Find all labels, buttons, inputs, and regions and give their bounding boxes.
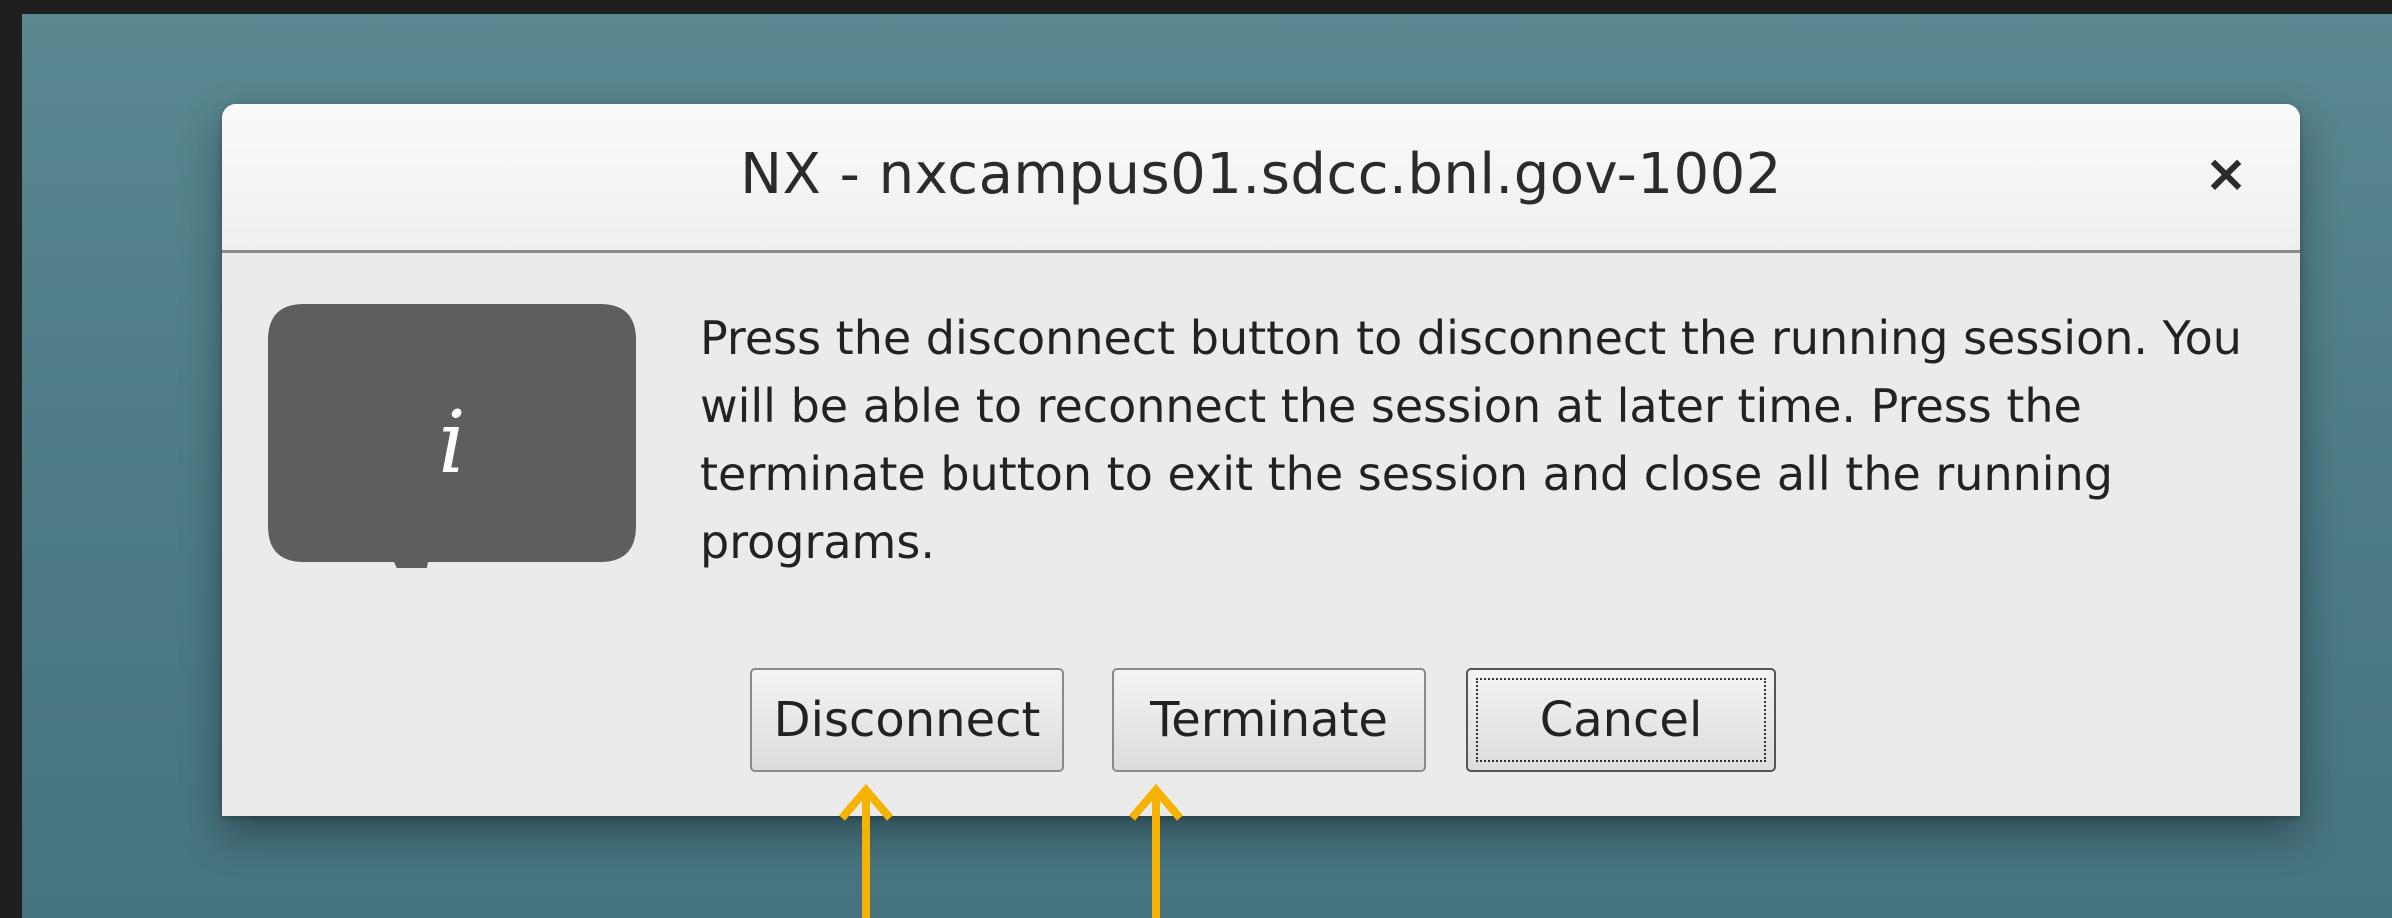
nx-session-dialog: NX - nxcampus01.sdcc.bnl.gov-1002 × i Pr… xyxy=(222,104,2300,816)
disconnect-button-label: Disconnect xyxy=(773,692,1041,748)
cancel-button[interactable]: Cancel xyxy=(1466,668,1776,772)
dialog-titlebar: NX - nxcampus01.sdcc.bnl.gov-1002 × xyxy=(222,104,2300,250)
info-glyph: i xyxy=(438,393,466,493)
dialog-title: NX - nxcampus01.sdcc.bnl.gov-1002 xyxy=(740,142,1782,207)
terminate-button[interactable]: Terminate xyxy=(1112,668,1426,772)
close-button[interactable]: × xyxy=(2198,146,2254,202)
info-icon: i xyxy=(268,304,636,568)
arrow-up-icon xyxy=(838,783,894,918)
arrow-up-icon xyxy=(1128,783,1184,918)
title-divider xyxy=(222,250,2300,253)
cancel-button-label: Cancel xyxy=(1539,692,1703,748)
disconnect-button[interactable]: Disconnect xyxy=(750,668,1064,772)
terminate-button-label: Terminate xyxy=(1150,692,1388,748)
dialog-message: Press the disconnect button to disconnec… xyxy=(700,311,2242,569)
